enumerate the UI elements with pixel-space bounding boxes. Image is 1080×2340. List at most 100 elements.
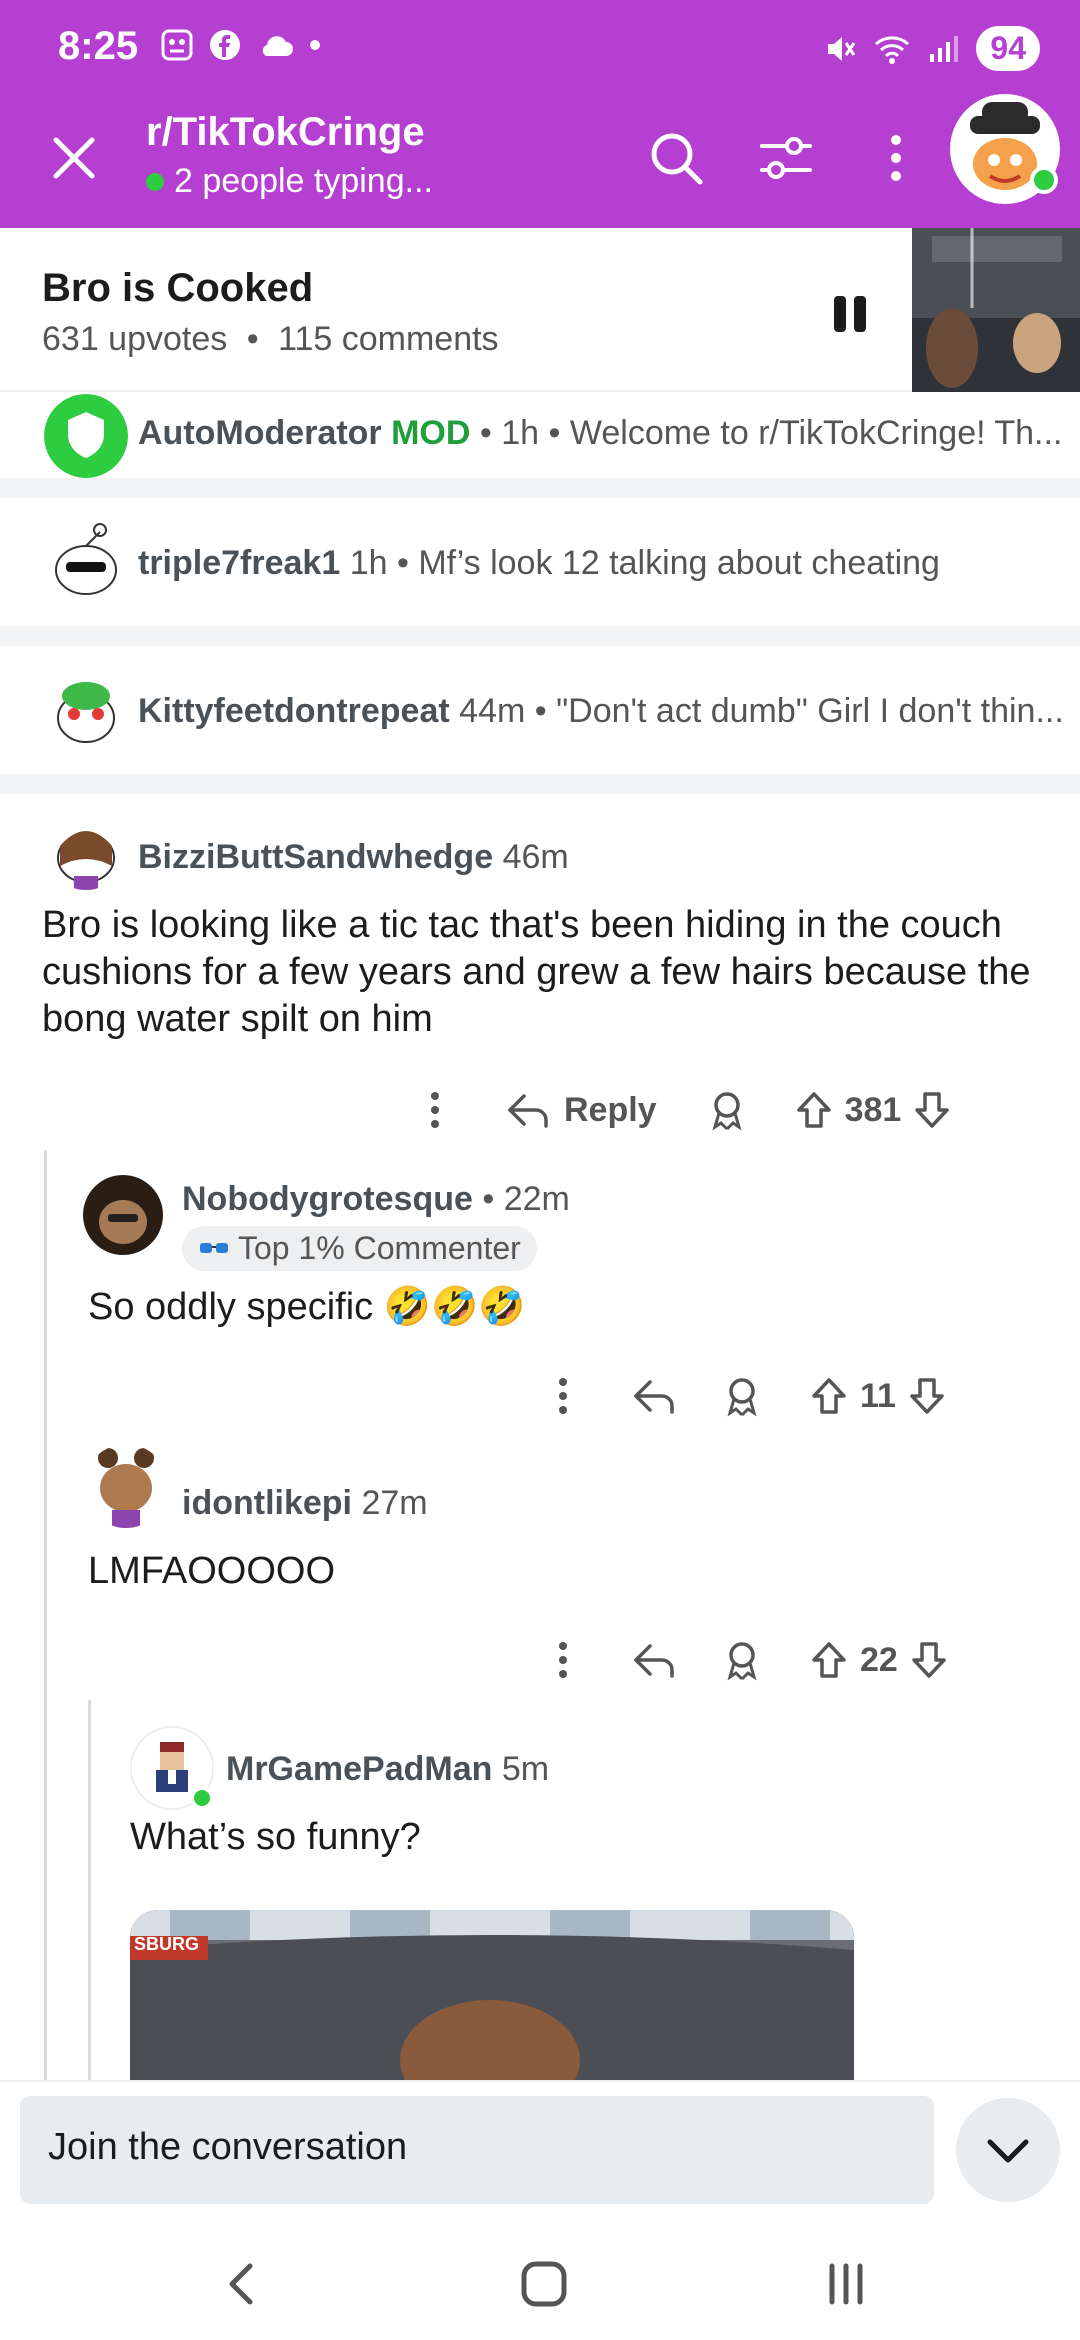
collapsed-comment[interactable]: AutoModerator MOD • 1h • Welcome to r/Ti…: [0, 394, 1080, 478]
filter-icon[interactable]: [754, 126, 818, 190]
more-options-icon[interactable]: [548, 1640, 578, 1680]
dot-icon: [310, 40, 320, 50]
comment-actions: 22: [548, 1632, 948, 1688]
snoo-avatar-icon: [98, 1448, 154, 1528]
back-icon[interactable]: [212, 2254, 272, 2314]
comment-age: 1h •: [349, 544, 409, 582]
post-meta: 631 upvotes • 115 comments: [42, 320, 499, 359]
image-watermark: SBURG: [134, 1934, 200, 1954]
comment-image[interactable]: SBURG: [130, 1910, 854, 2080]
comment-age: 5m: [501, 1750, 550, 1788]
comment-header: BizziButtSandwhedge 46m: [138, 838, 569, 877]
comment-age: • 22m: [482, 1180, 570, 1218]
comment-username[interactable]: triple7freak1: [138, 544, 340, 582]
comment-username[interactable]: BizziButtSandwhedge: [138, 838, 493, 876]
close-icon[interactable]: [44, 128, 104, 188]
upvote-icon[interactable]: [810, 1376, 848, 1416]
vote-score: 11: [860, 1376, 896, 1415]
more-options-icon[interactable]: [548, 1376, 578, 1416]
award-icon[interactable]: [707, 1089, 747, 1131]
thread-line[interactable]: [88, 1700, 91, 2080]
flair-label: Top 1% Commenter: [238, 1230, 521, 1266]
comment-username[interactable]: MrGamePadMan: [226, 1750, 492, 1788]
comment-username[interactable]: Nobodygrotesque: [182, 1180, 473, 1218]
reply-button[interactable]: Reply: [564, 1091, 657, 1130]
signal-icon: [930, 35, 959, 62]
typing-dot-icon: [146, 172, 164, 191]
upvote-count: 631 upvotes: [42, 320, 228, 358]
online-status-icon: [1030, 166, 1058, 194]
reply-icon[interactable]: [632, 1640, 676, 1680]
search-icon[interactable]: [644, 126, 708, 190]
sunglasses-icon: [200, 1242, 228, 1253]
comment-header: MrGamePadMan 5m: [226, 1750, 549, 1789]
upvote-icon[interactable]: [810, 1640, 848, 1680]
home-icon[interactable]: [514, 2254, 574, 2314]
meta-separator: •: [246, 320, 259, 358]
facebook-icon: [210, 30, 240, 60]
collapse-button[interactable]: [956, 2098, 1060, 2202]
system-nav-bar: [0, 2220, 1080, 2340]
more-options-icon[interactable]: [420, 1090, 450, 1130]
collapsed-comment[interactable]: Kittyfeetdontrepeat 44m • "Don't act dum…: [0, 646, 1080, 774]
divider: [0, 626, 1080, 646]
gif-image: [130, 1910, 854, 2080]
comment-header: idontlikepi 27m: [182, 1484, 428, 1523]
reply-icon[interactable]: [632, 1376, 676, 1416]
comment-body: So oddly specific 🤣🤣🤣: [88, 1286, 526, 1328]
post-title: Bro is Cooked: [42, 266, 314, 310]
comment-body: What’s so funny?: [130, 1816, 421, 1858]
more-options-icon[interactable]: [864, 126, 928, 190]
app-bar: r/TikTokCringe 2 people typing...: [0, 94, 1080, 228]
comment-actions: 11: [548, 1368, 946, 1424]
status-icons-right: 94: [822, 26, 1040, 71]
typing-text: 2 people typing...: [174, 162, 433, 200]
video-thumbnail[interactable]: [912, 228, 1080, 392]
collapsed-comment[interactable]: triple7freak1 1h • Mf’s look 12 talking …: [0, 498, 1080, 626]
thumbnail-image: [912, 228, 1080, 392]
thread-line[interactable]: [44, 1150, 47, 2080]
screenshot-icon: [161, 29, 193, 61]
comment-username[interactable]: Kittyfeetdontrepeat: [138, 692, 450, 730]
comment-username[interactable]: AutoModerator: [138, 414, 382, 452]
cloud-icon: [262, 36, 293, 56]
comment-body: Bro is looking like a tic tac that's bee…: [42, 904, 1031, 1040]
status-bar: 8:25 94: [0, 0, 1080, 104]
comment-username[interactable]: idontlikepi: [182, 1484, 352, 1522]
pause-icon[interactable]: [828, 292, 872, 336]
user-flair: Top 1% Commenter: [182, 1226, 537, 1271]
collapsed-comment-line: triple7freak1 1h • Mf’s look 12 talking …: [138, 544, 940, 583]
downvote-icon[interactable]: [913, 1090, 951, 1130]
vote-score: 22: [860, 1640, 898, 1679]
recent-apps-icon[interactable]: [816, 2254, 876, 2314]
downvote-icon[interactable]: [908, 1376, 946, 1416]
mute-icon: [828, 36, 856, 61]
post-header[interactable]: Bro is Cooked 631 upvotes • 115 comments: [0, 228, 1080, 392]
snoo-avatar-icon: [57, 831, 115, 890]
status-time: 8:25: [58, 24, 139, 68]
mod-badge: MOD: [391, 414, 471, 452]
wifi-icon: [875, 35, 910, 64]
typing-indicator: 2 people typing...: [146, 162, 433, 201]
comment-preview: Mf’s look 12 talking about cheating: [418, 544, 940, 582]
snoo-avatar-icon: [57, 682, 115, 743]
collapsed-comment-line: Kittyfeetdontrepeat 44m • "Don't act dum…: [138, 692, 1064, 731]
online-status-icon: [190, 1786, 214, 1810]
reply-icon[interactable]: [506, 1090, 550, 1130]
upvote-icon[interactable]: [795, 1090, 833, 1130]
automoderator-shield-icon: [44, 394, 128, 478]
comment-preview: "Don't act dumb" Girl I don't thin...: [556, 692, 1064, 730]
battery-level: 94: [976, 26, 1040, 71]
snoo-avatar-icon: [55, 523, 117, 595]
join-conversation-input[interactable]: Join the conversation: [20, 2096, 934, 2204]
comment-actions: Reply 381: [420, 1082, 951, 1138]
vote-score: 381: [844, 1090, 902, 1129]
subreddit-name[interactable]: r/TikTokCringe: [146, 110, 425, 155]
award-icon[interactable]: [722, 1639, 762, 1681]
downvote-icon[interactable]: [910, 1640, 948, 1680]
comment-header: Nobodygrotesque • 22m: [182, 1180, 570, 1219]
comment-body: LMFAOOOOO: [88, 1550, 336, 1592]
award-icon[interactable]: [722, 1375, 762, 1417]
composer-bar: Join the conversation: [0, 2080, 1080, 2220]
snoo-avatar-icon: [83, 1175, 163, 1255]
